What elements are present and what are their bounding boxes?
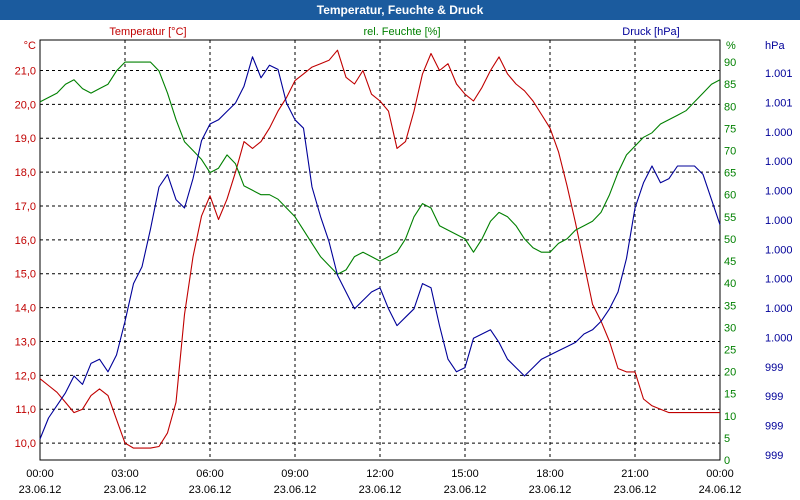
humidity-tick-label: 25 <box>724 344 736 356</box>
legend-pressure: Druck [hPa] <box>622 26 679 38</box>
x-tick-label: 21:00 <box>621 468 649 480</box>
pressure-tick-label: 1.000 <box>765 127 793 139</box>
temperature-tick-label: 16,0 <box>15 235 36 247</box>
humidity-tick-label: 85 <box>724 79 736 91</box>
x-tick-label: 06:00 <box>196 468 224 480</box>
humidity-tick-label: 90 <box>724 57 736 69</box>
humidity-tick-label: 40 <box>724 278 736 290</box>
humidity-tick-label: 30 <box>724 322 736 334</box>
humidity-tick-label: 70 <box>724 146 736 158</box>
pressure-unit: hPa <box>765 40 785 52</box>
temperature-tick-label: 10,0 <box>15 438 36 450</box>
pressure-tick-label: 1.000 <box>765 156 793 168</box>
pressure-tick-label: 1.000 <box>765 215 793 227</box>
temperature-tick-label: 19,0 <box>15 133 36 145</box>
temperature-unit: °C <box>24 40 36 52</box>
x-date-label: 24.06.12 <box>699 484 742 496</box>
humidity-tick-label: 80 <box>724 101 736 113</box>
x-tick-label: 15:00 <box>451 468 479 480</box>
pressure-tick-label: 1.000 <box>765 274 793 286</box>
x-tick-label: 00:00 <box>706 468 734 480</box>
x-tick-label: 12:00 <box>366 468 394 480</box>
pressure-tick-label: 999 <box>765 362 783 374</box>
humidity-tick-label: 60 <box>724 190 736 202</box>
x-date-label: 23.06.12 <box>529 484 572 496</box>
humidity-tick-label: 20 <box>724 367 736 379</box>
humidity-tick-label: 35 <box>724 300 736 312</box>
pressure-tick-label: 1.001 <box>765 97 793 109</box>
x-date-label: 23.06.12 <box>189 484 232 496</box>
humidity-tick-label: 75 <box>724 123 736 135</box>
x-date-label: 23.06.12 <box>274 484 317 496</box>
pressure-tick-label: 999 <box>765 391 783 403</box>
pressure-tick-label: 1.000 <box>765 303 793 315</box>
humidity-unit: % <box>726 40 736 52</box>
temperature-tick-label: 13,0 <box>15 336 36 348</box>
humidity-tick-label: 10 <box>724 411 736 423</box>
x-date-label: 23.06.12 <box>19 484 62 496</box>
legend-temperature: Temperatur [°C] <box>109 26 186 38</box>
humidity-tick-label: 5 <box>724 433 730 445</box>
temperature-tick-label: 18,0 <box>15 167 36 179</box>
temperature-tick-label: 15,0 <box>15 269 36 281</box>
humidity-tick-label: 55 <box>724 212 736 224</box>
chart-window: Temperatur, Feuchte & Druck 00:00 23.06.1… <box>0 0 800 500</box>
x-date-label: 23.06.12 <box>614 484 657 496</box>
humidity-tick-label: 45 <box>724 256 736 268</box>
pressure-tick-label: 1.000 <box>765 186 793 198</box>
x-date-label: 23.06.12 <box>444 484 487 496</box>
x-date-label: 23.06.12 <box>104 484 147 496</box>
pressure-tick-label: 999 <box>765 421 783 433</box>
x-tick-label: 09:00 <box>281 468 309 480</box>
pressure-tick-label: 999 <box>765 450 783 462</box>
temperature-tick-label: 11,0 <box>15 404 36 416</box>
x-tick-label: 00:00 <box>26 468 54 480</box>
x-date-label: 23.06.12 <box>359 484 402 496</box>
temperature-tick-label: 17,0 <box>15 201 36 213</box>
pressure-tick-label: 1.000 <box>765 332 793 344</box>
temperature-tick-label: 21,0 <box>15 65 36 77</box>
x-tick-label: 03:00 <box>111 468 139 480</box>
legend-humidity: rel. Feuchte [%] <box>363 26 440 38</box>
pressure-tick-label: 1.001 <box>765 68 793 80</box>
temperature-tick-label: 20,0 <box>15 99 36 111</box>
pressure-tick-label: 1.000 <box>765 244 793 256</box>
temperature-tick-label: 14,0 <box>15 303 36 315</box>
temperature-tick-label: 12,0 <box>15 370 36 382</box>
humidity-tick-label: 50 <box>724 234 736 246</box>
humidity-tick-label: 0 <box>724 455 730 467</box>
chart-svg: 00:00 23.06.12 03:00 23.06.12 06:00 23.06.12 0… <box>15 26 793 496</box>
humidity-tick-label: 65 <box>724 168 736 180</box>
x-tick-label: 18:00 <box>536 468 564 480</box>
humidity-tick-label: 15 <box>724 389 736 401</box>
